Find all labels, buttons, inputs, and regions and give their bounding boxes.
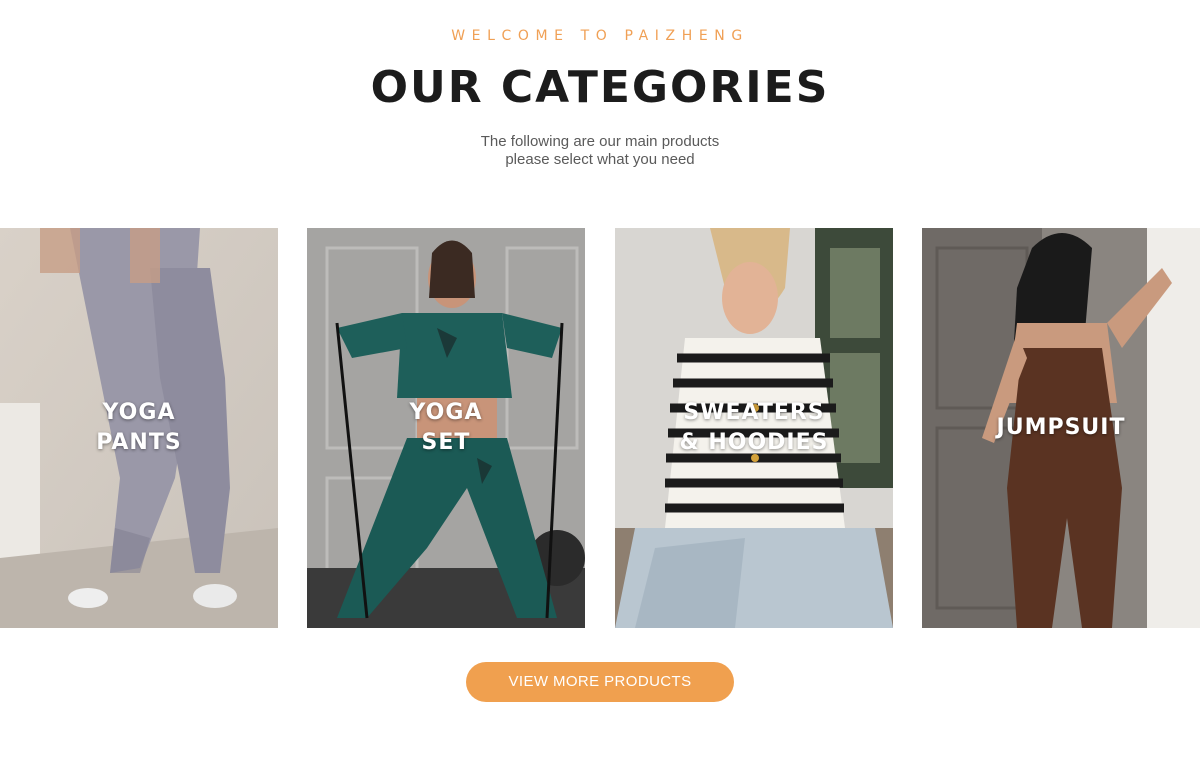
- section-subtitle-line-1: The following are our main products: [480, 133, 720, 150]
- section-subtitle-line-2: please select what you need: [505, 151, 695, 168]
- category-card-jumpsuit[interactable]: JUMPSUIT: [922, 228, 1200, 628]
- category-label-yoga-set: YOGA SET: [307, 398, 585, 458]
- category-card-sweaters-hoodies[interactable]: SWEATERS & HOODIES: [615, 228, 893, 628]
- category-label-line-2: PANTS: [96, 430, 182, 455]
- category-label-sweaters-hoodies: SWEATERS & HOODIES: [615, 398, 893, 458]
- category-card-yoga-set[interactable]: YOGA SET: [307, 228, 585, 628]
- section-title: OUR CATEGORIES: [370, 62, 830, 113]
- view-more-products-button[interactable]: VIEW MORE PRODUCTS: [466, 662, 734, 702]
- section-eyebrow: WELCOME TO PAIZHENG: [451, 28, 749, 44]
- category-card-yoga-pants[interactable]: YOGA PANTS: [0, 228, 278, 628]
- category-label-line-1: YOGA: [102, 400, 176, 425]
- category-label-line-2: SET: [421, 430, 471, 455]
- category-label-jumpsuit: JUMPSUIT: [922, 413, 1200, 443]
- category-label-yoga-pants: YOGA PANTS: [0, 398, 278, 458]
- category-label-line-1: JUMPSUIT: [996, 415, 1126, 440]
- category-label-line-1: SWEATERS: [683, 400, 825, 425]
- category-label-line-1: YOGA: [409, 400, 483, 425]
- category-label-line-2: & HOODIES: [679, 430, 829, 455]
